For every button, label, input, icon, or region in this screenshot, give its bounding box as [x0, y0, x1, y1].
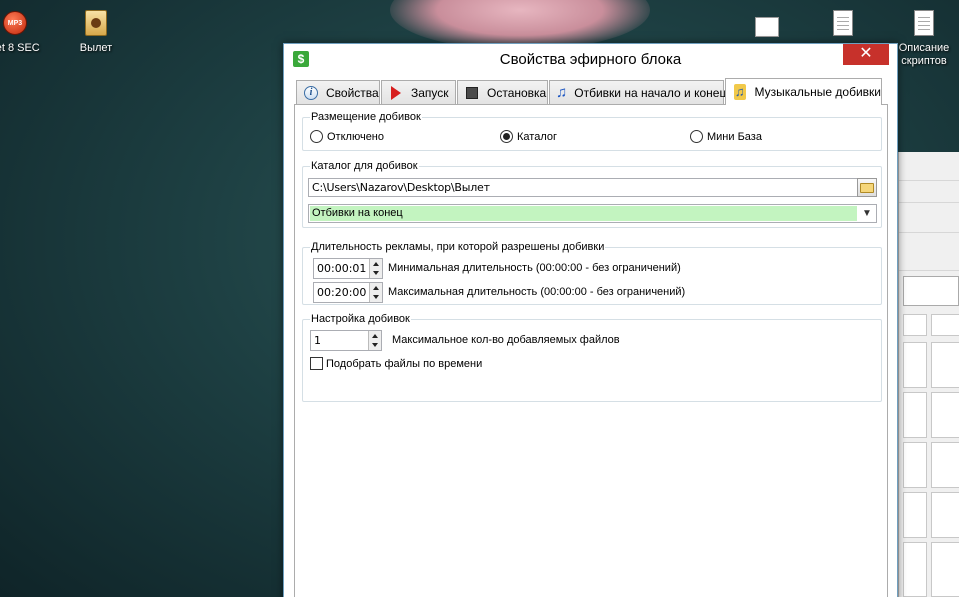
tab-strip: i Свойства Запуск Остановка ♫ Отбивки на…	[294, 78, 887, 105]
radio-label: Отключено	[327, 130, 384, 143]
mp3-icon: MP3	[3, 11, 27, 35]
folder-icon	[860, 182, 874, 193]
tab-stop[interactable]: Остановка	[457, 80, 548, 104]
group-title: Длительность рекламы, при которой разреш…	[310, 240, 606, 254]
tab-label: Запуск	[411, 85, 449, 100]
catalog-combo[interactable]: Отбивки на конец ▼	[308, 204, 877, 223]
spin-buttons[interactable]	[369, 283, 382, 302]
max-duration-input[interactable]: 00:20:00	[313, 282, 383, 303]
tab-start[interactable]: Запуск	[381, 80, 456, 104]
radio-catalog[interactable]: Каталог	[500, 130, 557, 143]
radio-button[interactable]	[500, 130, 513, 143]
desktop-icon-doc1[interactable]	[737, 12, 797, 42]
group-title: Размещение добивок	[310, 110, 422, 124]
tab-music-fillers[interactable]: ♫ Музыкальные добивки	[725, 78, 882, 105]
spin-up-icon[interactable]	[369, 331, 381, 340]
max-duration-label: Максимальная длительность (00:00:00 - бе…	[388, 286, 686, 298]
stop-icon	[466, 86, 478, 99]
tab-label: Остановка	[487, 85, 547, 100]
play-icon	[391, 85, 401, 100]
spin-value: 00:20:00	[317, 286, 367, 299]
music-note-icon: ♫	[556, 83, 568, 101]
spin-value: 00:00:01	[317, 262, 367, 275]
dialog-title: Свойства эфирного блока	[499, 51, 682, 68]
min-duration-label: Минимальная длительность (00:00:00 - без…	[388, 262, 681, 274]
music-notes-icon: ♫	[733, 84, 746, 100]
tab-label: Отбивки на начало и конец	[574, 85, 727, 100]
spin-down-icon[interactable]	[370, 292, 382, 301]
block-properties-dialog: $ Свойства эфирного блока ✕ i Свойства З…	[283, 43, 898, 597]
spin-down-icon[interactable]	[370, 268, 382, 277]
desktop-icon-folder[interactable]: Вылет	[61, 8, 131, 55]
close-button[interactable]: ✕	[843, 44, 889, 65]
background-window	[898, 152, 959, 597]
radio-mini-base[interactable]: Мини База	[690, 130, 762, 143]
placement-group: Размещение добивок Отключено Каталог Мин…	[302, 110, 882, 151]
filler-settings-group: Настройка добивок 1 Максимальное кол-во …	[302, 312, 882, 402]
duration-group: Длительность рекламы, при которой разреш…	[302, 240, 882, 305]
radio-button[interactable]	[690, 130, 703, 143]
info-icon: i	[304, 85, 318, 100]
max-files-input[interactable]: 1	[310, 330, 382, 351]
desktop-icon-label: /let 8 SEC	[0, 42, 40, 54]
tab-label: Музыкальные добивки	[754, 85, 881, 99]
browse-folder-button[interactable]	[857, 178, 877, 197]
tab-label: Свойства	[326, 85, 379, 100]
group-title: Каталог для добивок	[310, 159, 419, 173]
checkbox-label: Подобрать файлы по времени	[326, 357, 483, 370]
radio-button[interactable]	[310, 130, 323, 143]
spin-up-icon[interactable]	[370, 259, 382, 268]
spin-buttons[interactable]	[369, 259, 382, 278]
desktop-icon-mp3[interactable]: MP3 /let 8 SEC	[0, 8, 50, 55]
file-icon	[755, 17, 779, 37]
chevron-down-icon[interactable]: ▼	[858, 205, 876, 222]
max-files-label: Максимальное кол-во добавляемых файлов	[392, 334, 620, 346]
desktop-icon-label: Вылет	[79, 42, 113, 54]
file-icon	[914, 10, 934, 36]
radio-label: Мини База	[707, 130, 762, 143]
catalog-group: Каталог для добивок C:\Users\Nazarov\Des…	[302, 159, 882, 228]
radio-label: Каталог	[517, 130, 557, 143]
spin-buttons[interactable]	[368, 331, 381, 350]
combo-value: Отбивки на конец	[310, 206, 857, 221]
spin-up-icon[interactable]	[370, 283, 382, 292]
desktop-icon-doc2[interactable]	[813, 8, 873, 38]
tab-panel-music-fillers: Размещение добивок Отключено Каталог Мин…	[294, 104, 888, 597]
min-duration-input[interactable]: 00:00:01	[313, 258, 383, 279]
catalog-path-input[interactable]: C:\Users\Nazarov\Desktop\Вылет	[308, 178, 859, 197]
checkbox[interactable]	[310, 357, 323, 370]
match-by-time-checkbox[interactable]: Подобрать файлы по времени	[310, 357, 482, 370]
tab-start-end-jingles[interactable]: ♫ Отбивки на начало и конец	[549, 80, 727, 104]
title-bar[interactable]: $ Свойства эфирного блока ✕	[284, 44, 897, 74]
radio-disabled[interactable]: Отключено	[310, 130, 384, 143]
file-icon	[833, 10, 853, 36]
spin-value: 1	[314, 334, 321, 347]
group-title: Настройка добивок	[310, 312, 411, 326]
tab-properties[interactable]: i Свойства	[296, 80, 380, 104]
folder-icon	[85, 10, 107, 36]
spin-down-icon[interactable]	[369, 340, 381, 349]
